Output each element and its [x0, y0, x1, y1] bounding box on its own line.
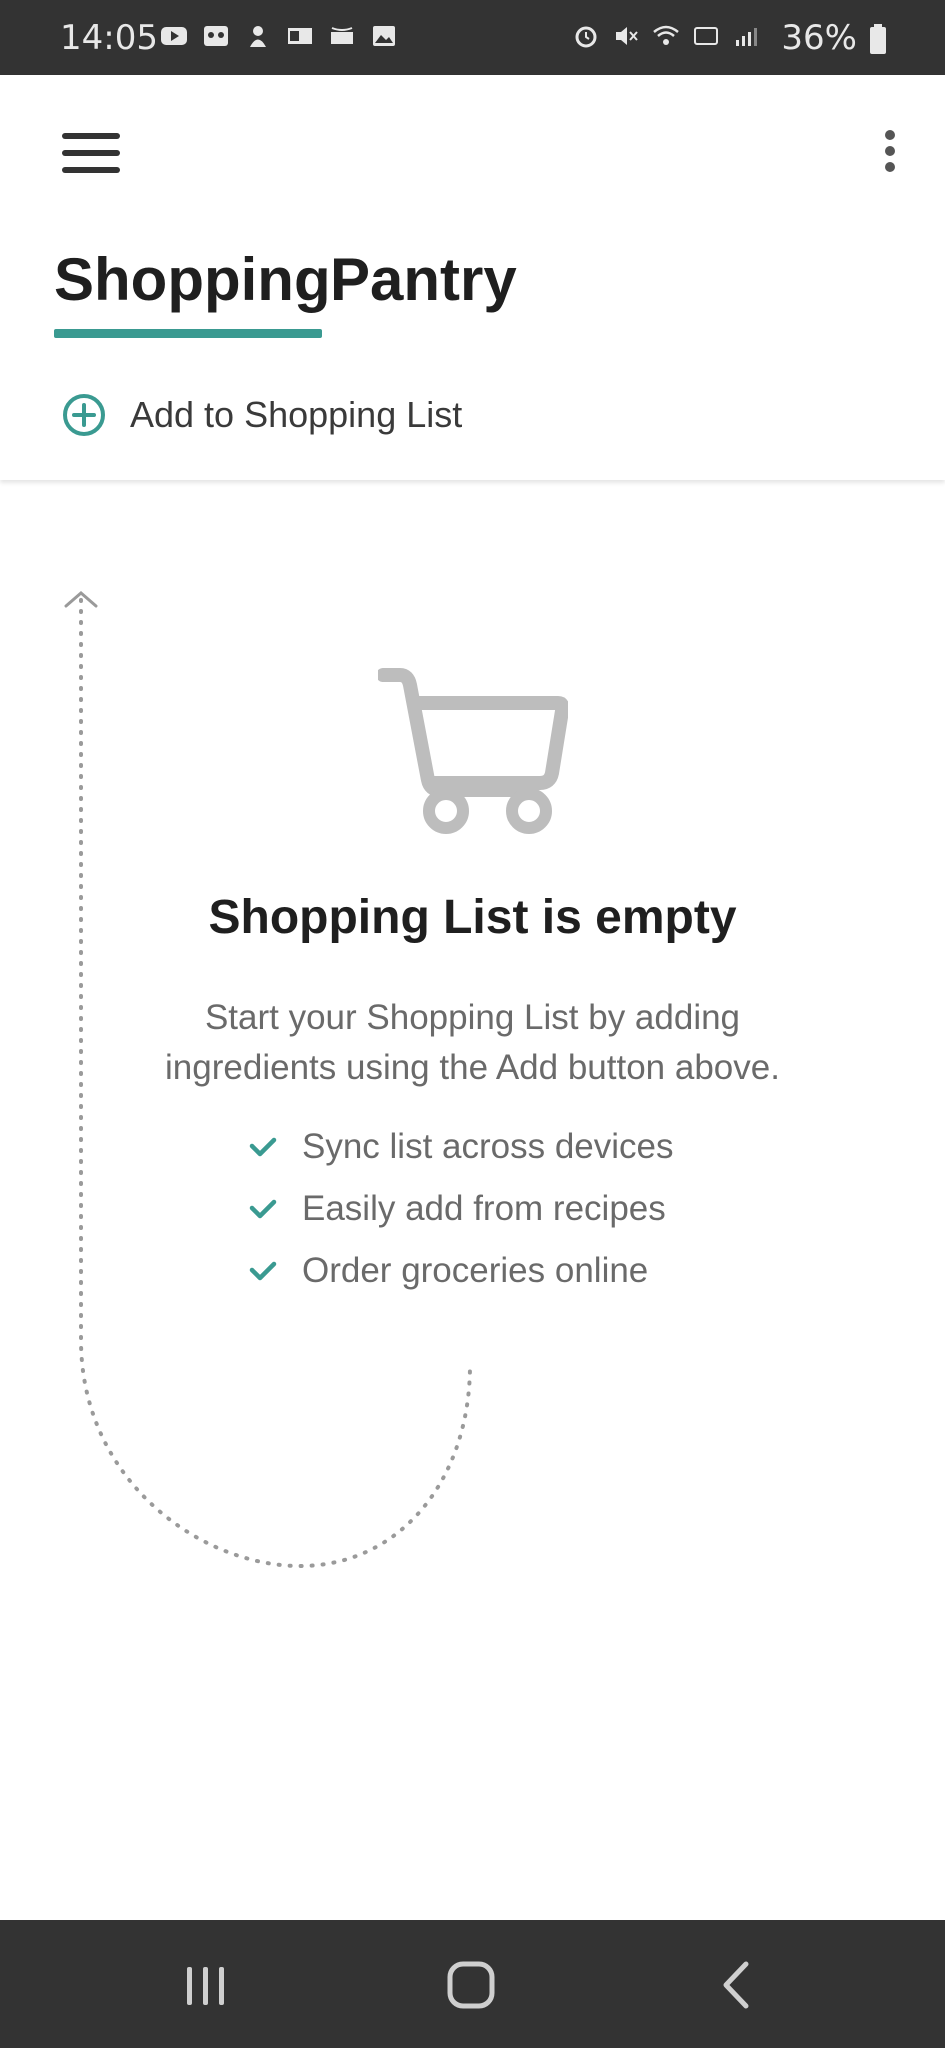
status-time: 14:05 — [60, 18, 158, 58]
tab-pantry[interactable]: Pantry — [330, 245, 517, 345]
feature-list: Sync list across devices Easily add from… — [246, 1116, 674, 1302]
feature-text: Order groceries online — [302, 1251, 649, 1290]
youtube-icon — [161, 27, 187, 45]
battery-icon — [870, 24, 886, 54]
check-icon — [249, 1137, 277, 1157]
feature-item: Easily add from recipes — [246, 1178, 674, 1240]
system-navigation-bar — [0, 1920, 945, 2048]
feature-text: Easily add from recipes — [302, 1189, 666, 1228]
feature-item: Order groceries online — [246, 1240, 674, 1302]
menu-icon[interactable] — [56, 123, 126, 183]
check-icon — [249, 1199, 277, 1219]
recents-icon[interactable] — [166, 1950, 246, 2020]
tab-shopping-label: Shopping — [54, 246, 331, 313]
feature-text: Sync list across devices — [302, 1127, 674, 1166]
feature-item: Sync list across devices — [246, 1116, 674, 1178]
add-to-shopping-list-button[interactable]: Add to Shopping List — [62, 393, 462, 437]
battery-percent: 36% — [781, 18, 857, 58]
empty-state-description: Start your Shopping List by adding ingre… — [165, 998, 780, 1087]
gallery-icon — [373, 26, 395, 46]
shopping-cart-icon — [378, 668, 568, 834]
volte-icon — [694, 27, 718, 45]
outlook-icon — [288, 28, 312, 44]
tab-shopping[interactable]: Shopping — [54, 245, 331, 345]
more-options-icon[interactable] — [875, 123, 905, 183]
back-icon[interactable] — [696, 1950, 776, 2020]
wifi-icon — [653, 25, 679, 45]
status-bar: 14:05 36% — [0, 0, 945, 75]
signal-icon — [736, 28, 757, 46]
mute-icon — [616, 27, 638, 45]
empty-state-title: Shopping List is empty — [208, 891, 737, 944]
system-icons — [572, 22, 760, 50]
voicemail-icon — [204, 26, 228, 46]
app-bar: Shopping Pantry Add to Shopping List — [0, 75, 945, 480]
home-icon[interactable] — [430, 1950, 510, 2020]
alarm-icon — [575, 26, 597, 48]
empty-state: Shopping List is empty Start your Shoppi… — [0, 480, 945, 1920]
check-icon — [249, 1261, 277, 1281]
tab-bar: Shopping Pantry — [54, 245, 517, 345]
add-circle-icon — [63, 394, 105, 436]
tab-selected-indicator — [54, 329, 322, 338]
add-to-shopping-list-label: Add to Shopping List — [130, 394, 463, 435]
app-icon — [250, 26, 266, 47]
tab-pantry-label: Pantry — [330, 246, 517, 313]
amazon-icon — [331, 27, 353, 44]
notification-icons — [160, 22, 398, 50]
